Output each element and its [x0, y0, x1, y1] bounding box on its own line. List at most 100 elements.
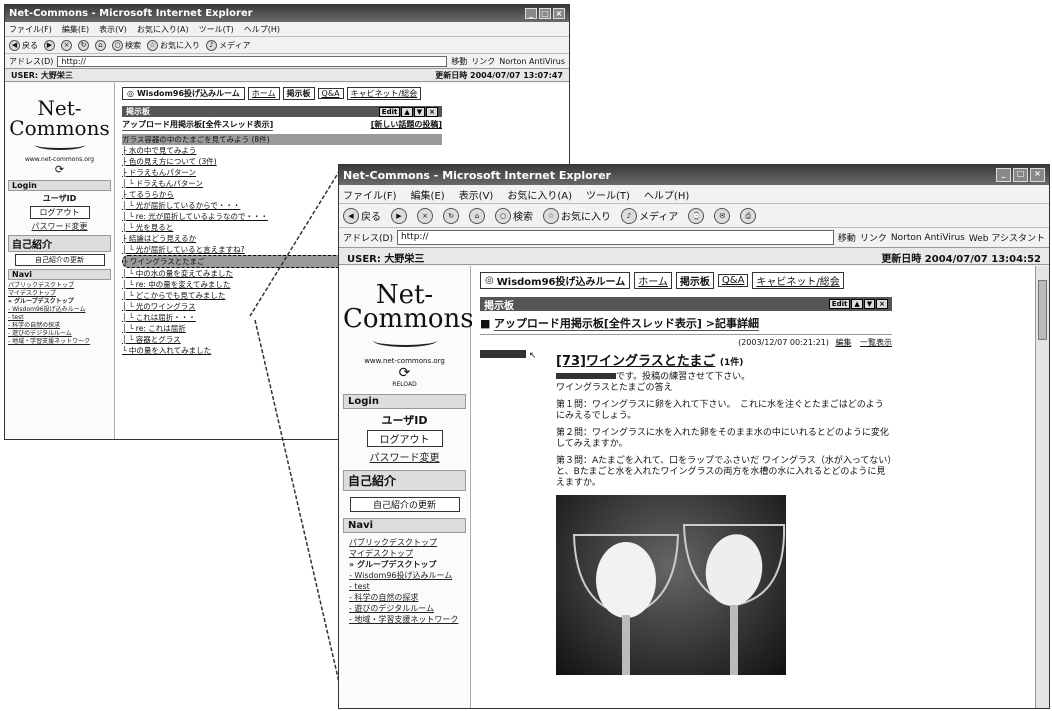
- address-input[interactable]: http://: [57, 55, 448, 67]
- navi-link-digital[interactable]: - 遊びのデジタルルーム: [349, 603, 466, 614]
- minimize-button[interactable]: _: [525, 8, 537, 19]
- tab-qa[interactable]: Q&A: [317, 88, 344, 99]
- scrollbar-thumb[interactable]: [1038, 280, 1047, 340]
- intro-update-button[interactable]: 自己紹介の更新: [14, 254, 105, 266]
- home-icon[interactable]: ⌂: [469, 207, 485, 224]
- menu-tools[interactable]: ツール(T): [586, 187, 630, 202]
- menu-view[interactable]: 表示(V): [99, 24, 127, 34]
- menu-tools[interactable]: ツール(T): [199, 24, 234, 34]
- forward-arrow-icon[interactable]: ▶: [44, 39, 55, 51]
- post-list-link[interactable]: 一覧表示: [860, 338, 892, 347]
- menu-favorites[interactable]: お気に入り(A): [507, 187, 572, 202]
- password-change-link[interactable]: パスワード変更: [343, 449, 466, 464]
- thread-row[interactable]: ガラス容器の中のたまごを見てみよう (8件): [122, 134, 442, 145]
- down-icon[interactable]: ▼: [863, 299, 876, 309]
- navi-link-network[interactable]: - 地域・学習支援ネットワーク: [8, 338, 111, 346]
- tab-qa[interactable]: Q&A: [717, 274, 749, 287]
- navi-link-wisdom[interactable]: - Wisdom96投げ込みルーム: [8, 306, 111, 314]
- menu-edit[interactable]: 編集(E): [411, 187, 445, 202]
- go-button[interactable]: 移動: [838, 231, 856, 244]
- navi-link-public[interactable]: パブリックデスクトップ: [349, 537, 466, 548]
- menu-help[interactable]: ヘルプ(H): [244, 24, 280, 34]
- navi-link-science[interactable]: - 科学の自然の探求: [8, 322, 111, 330]
- navi-link-digital[interactable]: - 遊びのデジタルルーム: [8, 330, 111, 338]
- up-icon[interactable]: ▲: [851, 299, 863, 309]
- tab-cabinet[interactable]: キャビネット/総会: [346, 87, 422, 100]
- home-icon[interactable]: ⌂: [95, 39, 106, 51]
- menu-file[interactable]: ファイル(F): [9, 24, 52, 34]
- reload-icon[interactable]: ⟳: [343, 365, 466, 381]
- menu-file[interactable]: ファイル(F): [343, 187, 397, 202]
- forward-arrow-icon[interactable]: ▶: [391, 207, 407, 224]
- edit-button[interactable]: Edit: [378, 106, 401, 117]
- close-icon[interactable]: ×: [426, 106, 438, 117]
- refresh-icon[interactable]: ↻: [78, 39, 89, 51]
- logout-button[interactable]: ログアウト: [29, 206, 90, 219]
- navi-link-public[interactable]: パブリックデスクトップ: [8, 282, 111, 290]
- close-button[interactable]: ×: [553, 8, 565, 19]
- media-button[interactable]: ♪ メディア: [206, 39, 250, 51]
- tab-board[interactable]: 掲示板: [675, 272, 714, 289]
- stop-icon[interactable]: ×: [61, 39, 72, 51]
- thread-row[interactable]: ├ 水の中で見てみよう: [122, 145, 442, 156]
- password-change-link[interactable]: パスワード変更: [8, 221, 111, 232]
- go-button[interactable]: 移動: [451, 56, 467, 67]
- navi-link-science[interactable]: - 科学の自然の探求: [349, 592, 466, 603]
- antivirus-button[interactable]: Norton AntiVirus: [499, 57, 565, 66]
- menu-favorites[interactable]: お気に入り(A): [137, 24, 189, 34]
- reload-label[interactable]: RELOAD: [343, 381, 466, 388]
- intro-update-button[interactable]: 自己紹介の更新: [349, 497, 460, 512]
- navi-link-test[interactable]: - test: [8, 314, 111, 322]
- back-button[interactable]: ◀ 戻る: [343, 207, 381, 224]
- new-post-link[interactable]: [新しい話題の投稿]: [371, 119, 442, 131]
- post-paragraph: 第１問：ワイングラスに卵を入れて下さい。 これに水を注ぐとたまごはどのようにみえ…: [556, 400, 884, 421]
- site-url[interactable]: www.net-commons.org: [343, 357, 466, 365]
- tab-board[interactable]: 掲示板: [282, 87, 315, 100]
- close-icon[interactable]: ×: [876, 299, 888, 309]
- toolbar: ◀ 戻る ▶ × ↻ ⌂ ○ 検索 ☆ お気に入り ♪ メディア ⌚ ✉ ⎙: [339, 204, 1049, 228]
- menu-view[interactable]: 表示(V): [459, 187, 494, 202]
- web-assistant-button[interactable]: Web アシスタント: [969, 231, 1045, 244]
- back-button[interactable]: ◀ 戻る: [9, 39, 38, 51]
- maximize-button[interactable]: □: [1013, 168, 1028, 182]
- links-label[interactable]: リンク: [860, 231, 887, 244]
- tab-home[interactable]: ホーム: [247, 87, 280, 100]
- search-button[interactable]: ○ 検索: [495, 207, 533, 224]
- navi-link-test[interactable]: - test: [349, 581, 466, 592]
- antivirus-button[interactable]: Norton AntiVirus: [891, 233, 965, 243]
- menu-help[interactable]: ヘルプ(H): [644, 187, 689, 202]
- room-name[interactable]: ◎ Wisdom96投げ込みルーム: [480, 272, 631, 289]
- search-button[interactable]: ○ 検索: [112, 39, 141, 51]
- history-icon[interactable]: ⌚: [688, 207, 705, 224]
- menu-edit[interactable]: 編集(E): [62, 24, 89, 34]
- scrollbar[interactable]: [1035, 266, 1049, 708]
- print-icon[interactable]: ⎙: [740, 207, 757, 224]
- post-edit-link[interactable]: 編集: [835, 338, 851, 347]
- navi-link-my[interactable]: マイデスクトップ: [349, 548, 466, 559]
- navi-link-group[interactable]: » グループデスクトップ: [349, 559, 466, 570]
- down-icon[interactable]: ▼: [413, 106, 426, 117]
- media-button[interactable]: ♪ メディア: [621, 207, 678, 224]
- maximize-button[interactable]: □: [539, 8, 551, 19]
- mail-icon[interactable]: ✉: [714, 207, 731, 224]
- up-icon[interactable]: ▲: [401, 106, 413, 117]
- refresh-icon[interactable]: ↻: [443, 207, 459, 224]
- navi-link-wisdom[interactable]: - Wisdom96投げ込みルーム: [349, 570, 466, 581]
- minimize-button[interactable]: _: [996, 168, 1011, 182]
- stop-icon[interactable]: ×: [417, 207, 433, 224]
- favorites-button[interactable]: ☆ お気に入り: [147, 39, 200, 51]
- address-input[interactable]: http://: [396, 230, 834, 245]
- navi-link-group[interactable]: » グループデスクトップ: [8, 298, 111, 306]
- reload-icon[interactable]: ⟳: [8, 163, 111, 176]
- navi-link-network[interactable]: - 地域・学習支援ネットワーク: [349, 614, 466, 625]
- edit-button[interactable]: Edit: [828, 299, 851, 309]
- close-button[interactable]: ×: [1030, 168, 1045, 182]
- room-name[interactable]: ◎ Wisdom96投げ込みルーム: [122, 87, 245, 100]
- navi-link-my[interactable]: マイデスクトップ: [8, 290, 111, 298]
- links-label[interactable]: リンク: [471, 56, 495, 67]
- site-url[interactable]: www.net-commons.org: [8, 156, 111, 163]
- tab-cabinet[interactable]: キャビネット/総会: [752, 272, 844, 289]
- tab-home[interactable]: ホーム: [634, 272, 672, 289]
- favorites-button[interactable]: ☆ お気に入り: [543, 207, 611, 224]
- logout-button[interactable]: ログアウト: [366, 430, 443, 447]
